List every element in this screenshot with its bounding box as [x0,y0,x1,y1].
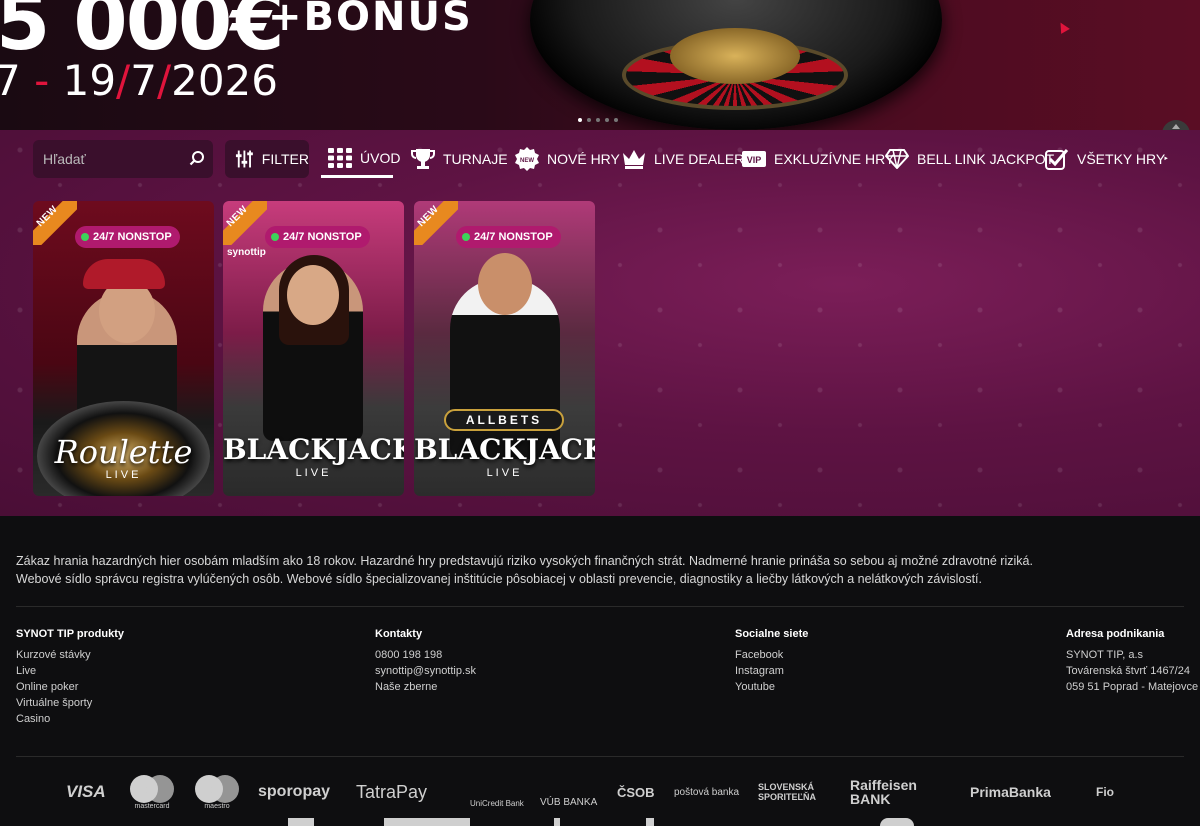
carousel-dot[interactable] [614,118,618,122]
vip-icon: VIP [742,151,766,167]
tab-label: ÚVOD [360,149,401,166]
footer-address: Adresa podnikania SYNOT TIP, a.s Továren… [1066,628,1199,693]
footer-link[interactable]: Live [16,663,124,679]
tab-label: LIVE DEALER [654,151,745,167]
checkbox-icon [1045,149,1069,170]
search-icon[interactable] [189,150,205,166]
disclaimer-links[interactable]: Webové sídlo správcu registra vylúčených… [16,570,1186,588]
games-section: FILTER ÚVOD TURNAJE NEW NOVÉ HRY LIVE DE… [0,130,1200,516]
primabanka-logo: PrimaBanka [970,784,1051,800]
nonstop-badge: 24/7 NONSTOP [75,226,180,248]
game-card-roulette[interactable]: NEW 24/7 NONSTOP Roulette LIVE [33,201,214,496]
game-title: BLACKJACK [414,433,595,466]
tab-label: NOVÉ HRY [547,151,620,167]
game-card-allbets-blackjack[interactable]: ALLBETS NEW 24/7 NONSTOP BLACKJACK LIVE [414,201,595,496]
postova-banka-logo: poštová banka [674,786,740,798]
carousel-dot[interactable] [587,118,591,122]
footer-link[interactable]: Naše zberne [375,679,476,695]
tab-vsetky-hry[interactable]: VŠETKY HRY [1045,140,1165,178]
scroll-up-button[interactable] [1162,120,1190,130]
footer-link[interactable]: 0800 198 198 [375,647,476,663]
carousel-dots[interactable] [578,118,618,122]
footer-products: SYNOT TIP produkty Kurzové stávky Live O… [16,628,124,727]
carousel-dot[interactable] [578,118,582,122]
footer: Zákaz hrania hazardných hier osobám mlad… [0,516,1200,826]
promo-banner[interactable]: 5 000€ +BONUS 7 - 19/7/2026 [0,0,1200,130]
footer-link[interactable]: Youtube [735,679,808,695]
new-badge-icon: NEW [515,147,539,171]
game-title: BLACKJACK [223,433,404,466]
raiffeisen-logo: Raiffeisen BANK [850,777,917,807]
tab-label: TURNAJE [443,151,508,167]
search-box[interactable] [33,140,213,178]
footer-contacts: Kontakty 0800 198 198 synottip@synottip.… [375,628,477,695]
divider [16,756,1184,757]
tab-exkluzivne-hry[interactable]: VIP EXKLUZÍVNE HRY [742,140,894,178]
unicredit-logo: UniCredit Bank [470,799,524,808]
crown-icon [623,150,645,169]
footer-link[interactable]: Kurzové stávky [16,647,124,663]
mastercard-logo: mastercard [130,774,174,810]
tab-live-dealer[interactable]: LIVE DEALER [622,140,744,178]
visa-logo: VISA [66,782,106,801]
tab-label: EXKLUZÍVNE HRY [774,151,895,167]
nonstop-badge: 24/7 NONSTOP [456,226,561,248]
payment-logos: VISA mastercard maestro sporopay TatraPa… [60,774,1150,814]
allbets-logo: ALLBETS [444,409,564,431]
banner-dates: 7 - 19/7/2026 [0,56,278,105]
divider [16,606,1184,607]
filter-label: FILTER [261,151,309,167]
maestro-logo: maestro [195,774,239,810]
svg-text:NEW: NEW [520,158,534,164]
tab-turnaje[interactable]: TURNAJE [411,140,508,178]
footer-link[interactable]: synottip@synottip.sk [375,663,476,679]
vub-logo: VÚB BANKA [540,797,598,808]
game-subtitle: LIVE [295,467,332,479]
game-card-blackjack[interactable]: synottip NEW 24/7 NONSTOP BLACKJACK LIVE [223,201,404,496]
tab-label: BELL LINK JACKPOT [917,151,1055,167]
tab-nove-hry[interactable]: NEW NOVÉ HRY [515,140,620,178]
carousel-dot[interactable] [605,118,609,122]
search-input[interactable] [43,151,183,167]
filter-button[interactable]: FILTER [225,140,309,178]
disclaimer: Zákaz hrania hazardných hier osobám mlad… [16,552,1186,588]
diamond-icon [885,149,909,169]
carousel-dot[interactable] [596,118,600,122]
tab-uvod[interactable]: ÚVOD [321,140,400,178]
footer-link[interactable]: Online poker [16,679,124,695]
footer-link[interactable]: Instagram [735,663,808,679]
grid-icon [328,147,352,168]
svg-text:VIP: VIP [747,155,762,165]
banner-bonus: +BONUS [268,0,473,40]
nav-more-indicator[interactable]: ‣ [1163,140,1169,178]
game-subtitle: LIVE [486,467,523,479]
tab-bell-link-jackpot[interactable]: BELL LINK JACKPOT [885,140,1054,178]
footer-link[interactable]: Casino [16,711,124,727]
pirate-hat [83,259,165,289]
slovenska-sporitelna-logo: SLOVENSKÁ SPORITEĽŇA [758,782,817,802]
footer-social: Socialne siete Facebook Instagram Youtub… [735,628,809,695]
footer-link[interactable]: Virtuálne športy [16,695,124,711]
footer-link[interactable]: Facebook [735,647,808,663]
tatrapay-logo: TatraPay [356,781,428,802]
fio-logo: Fio [1096,785,1114,799]
category-nav: FILTER ÚVOD TURNAJE NEW NOVÉ HRY LIVE DE… [0,138,1200,180]
sporopay-logo: sporopay [258,783,331,800]
cursor-icon [1056,20,1070,34]
trophy-icon [411,149,435,169]
game-subtitle: LIVE [105,469,142,481]
tab-label: VŠETKY HRY [1077,151,1166,167]
csob-logo: ČSOB [617,784,655,800]
synottip-logo: synottip [227,247,266,258]
roulette-wheel-image [530,0,942,130]
nonstop-badge: 24/7 NONSTOP [265,226,370,248]
sliders-icon [235,150,253,168]
game-title: Roulette [54,433,193,471]
